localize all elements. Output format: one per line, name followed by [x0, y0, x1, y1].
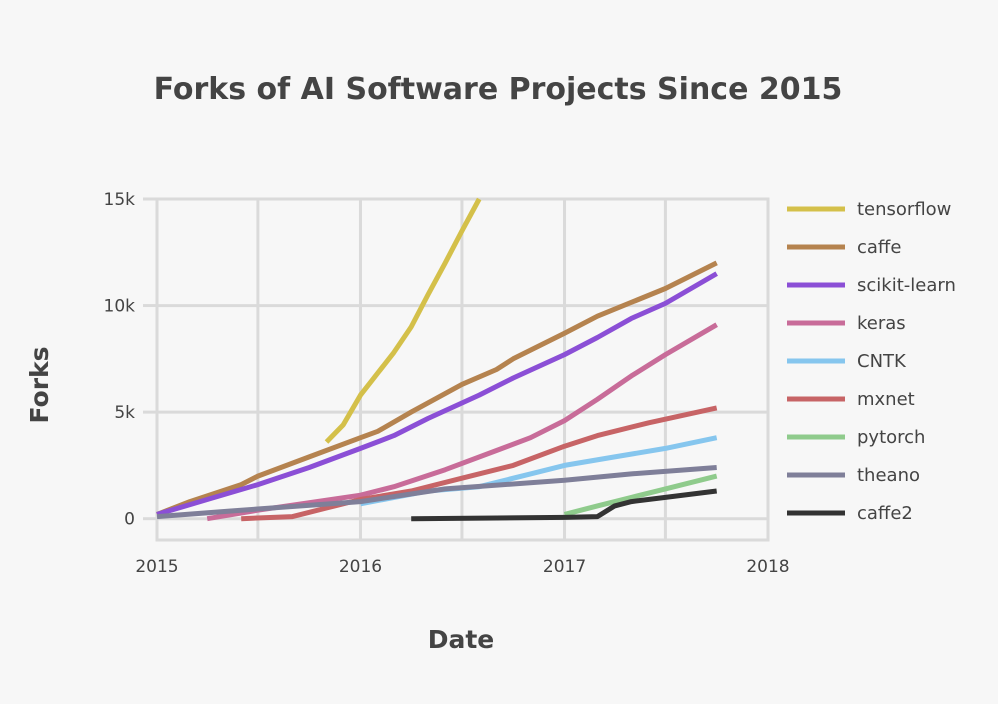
x-tick-label: 2016 — [339, 557, 382, 577]
legend-label-pytorch: pytorch — [857, 427, 925, 448]
chart-title: Forks of AI Software Projects Since 2015 — [154, 72, 843, 107]
series-line-caffe — [156, 260, 718, 517]
y-axis-title: Forks — [25, 346, 54, 423]
x-tick-label: 2017 — [543, 557, 586, 577]
legend-label-theano: theano — [857, 465, 920, 486]
y-tick-label: 10k — [104, 297, 136, 317]
y-tick-label: 0 — [124, 510, 135, 530]
series-line-scikit-learn — [156, 271, 718, 517]
chart-container: Forks of AI Software Projects Since 2015… — [0, 0, 998, 704]
legend-label-tensorflow: tensorflow — [857, 199, 951, 220]
line-chart: Forks of AI Software Projects Since 2015… — [25, 72, 956, 654]
legend-label-caffe2: caffe2 — [857, 503, 913, 524]
y-tick-label: 5k — [114, 403, 135, 423]
legend-label-cntk: CNTK — [857, 351, 907, 372]
legend-label-caffe: caffe — [857, 237, 901, 258]
x-tick-label: 2015 — [135, 557, 178, 577]
legend-label-mxnet: mxnet — [857, 389, 915, 410]
series-lines — [156, 197, 718, 522]
legend-label-keras: keras — [857, 313, 906, 334]
x-tick-label: 2018 — [746, 557, 789, 577]
x-axis-title: Date — [428, 625, 495, 654]
legend: tensorflow caffe scikit-learn keras CNTK mxne… — [787, 199, 956, 524]
y-tick-label: 15k — [104, 190, 136, 210]
legend-label-scikit-learn: scikit-learn — [857, 275, 956, 296]
